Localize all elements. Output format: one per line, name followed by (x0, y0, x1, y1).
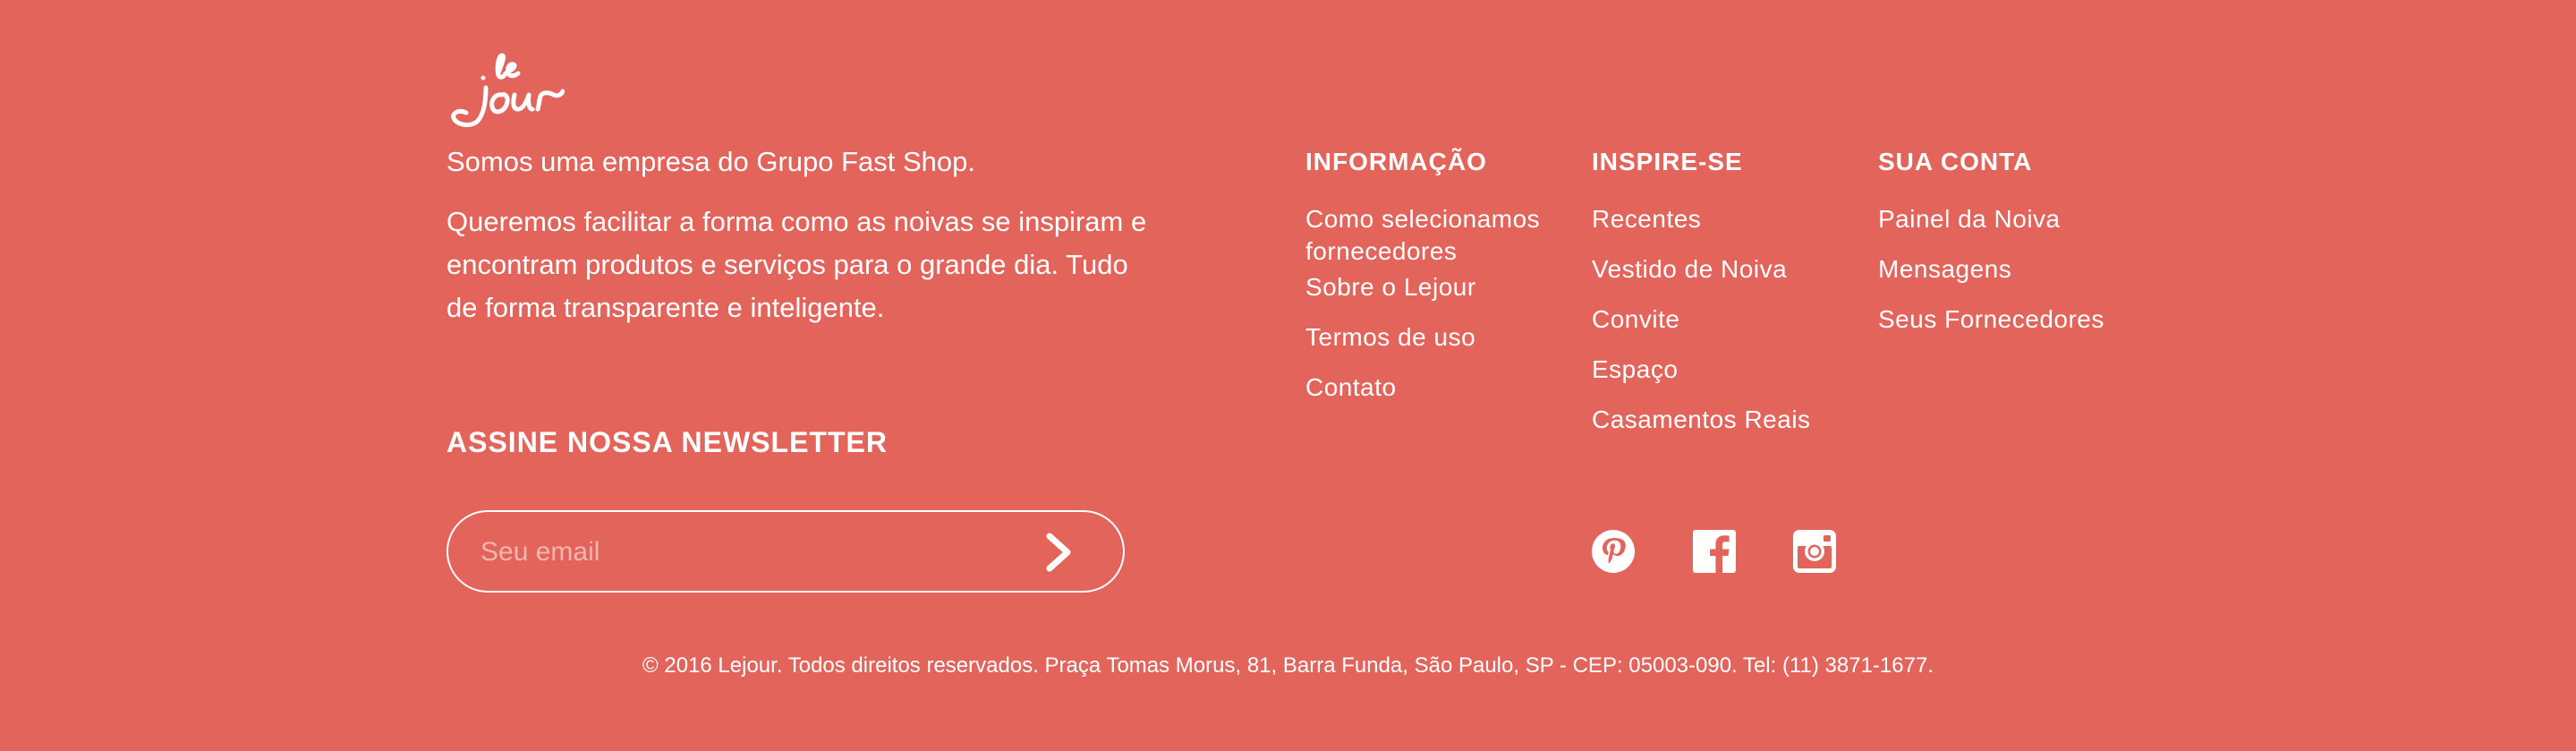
chevron-right-icon (1046, 533, 1071, 572)
column-title-info: INFORMAÇÃO (1305, 148, 1487, 175)
about-tagline: Somos uma empresa do Grupo Fast Shop. (446, 146, 976, 177)
le-jour-logo-icon (451, 53, 565, 127)
pinterest-icon (1592, 530, 1635, 573)
link-como-selecionamos[interactable]: Como selecionamos fornecedores (1305, 203, 1574, 268)
column-title-inspire: INSPIRE-SE (1592, 148, 1743, 175)
footer-column-account: SUA CONTA Painel da Noiva Mensagens Seus… (1878, 144, 2164, 354)
link-recentes[interactable]: Recentes (1592, 203, 1860, 235)
link-espaco[interactable]: Espaço (1592, 354, 1860, 386)
about-description: Queremos facilitar a forma como as noiva… (446, 206, 1147, 323)
link-contato[interactable]: Contato (1305, 371, 1574, 404)
facebook-link[interactable] (1693, 530, 1736, 573)
instagram-icon (1793, 530, 1836, 573)
link-sobre-lejour[interactable]: Sobre o Lejour (1305, 271, 1574, 303)
link-vestido-de-noiva[interactable]: Vestido de Noiva (1592, 253, 1860, 286)
footer-column-info: INFORMAÇÃO Como selecionamos fornecedore… (1305, 144, 1574, 404)
link-seus-fornecedores[interactable]: Seus Fornecedores (1878, 303, 2164, 336)
site-footer: Somos uma empresa do Grupo Fast Shop. Qu… (0, 0, 2576, 751)
copyright-text: © 2016 Lejour. Todos direitos reservados… (642, 653, 1934, 678)
link-casamentos-reais[interactable]: Casamentos Reais (1592, 404, 1860, 436)
footer-column-inspire: INSPIRE-SE Recentes Vestido de Noiva Con… (1592, 144, 1860, 454)
link-termos-de-uso[interactable]: Termos de uso (1305, 321, 1574, 354)
column-title-account: SUA CONTA (1878, 148, 2033, 175)
newsletter-form (446, 510, 1125, 593)
email-input[interactable] (479, 528, 1019, 576)
pinterest-link[interactable] (1592, 530, 1635, 573)
facebook-icon (1693, 530, 1736, 573)
link-mensagens[interactable]: Mensagens (1878, 253, 2164, 286)
newsletter-submit-button[interactable] (1037, 531, 1080, 574)
newsletter-title: ASSINE NOSSA NEWSLETTER (446, 426, 888, 458)
link-painel-da-noiva[interactable]: Painel da Noiva (1878, 203, 2164, 235)
instagram-link[interactable] (1793, 530, 1836, 573)
brand-logo[interactable] (446, 50, 565, 129)
link-convite[interactable]: Convite (1592, 303, 1860, 336)
